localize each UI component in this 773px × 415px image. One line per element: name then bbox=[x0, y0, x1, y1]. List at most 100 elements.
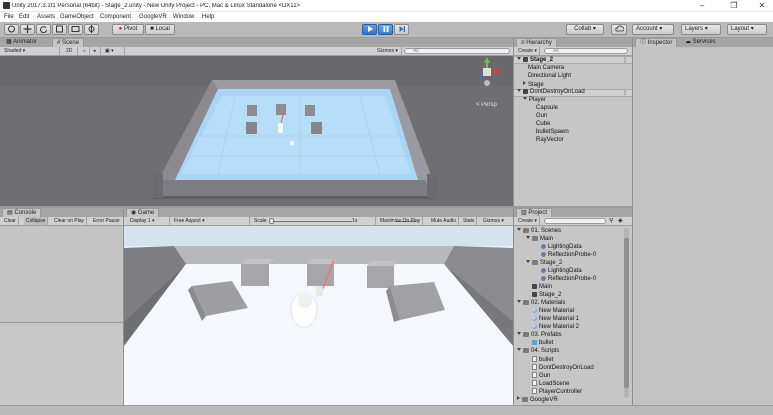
project-item[interactable]: ReflectionProbe-0 bbox=[535, 252, 596, 259]
project-item[interactable]: 01. Scenes bbox=[517, 228, 561, 235]
gizmos-dropdown[interactable]: Gizmos ▾ bbox=[375, 47, 402, 55]
cloud-button[interactable] bbox=[611, 24, 627, 35]
rotate-tool-button[interactable] bbox=[36, 24, 51, 35]
step-button[interactable] bbox=[394, 24, 409, 35]
persp-label[interactable]: < Persp bbox=[476, 102, 497, 108]
tab-animator[interactable]: ▦ Animator bbox=[2, 38, 41, 47]
project-item[interactable]: LightingData bbox=[535, 268, 582, 275]
hierarchy-item-player[interactable]: Player bbox=[523, 97, 546, 104]
tab-inspector[interactable]: ⓘ Inspector bbox=[635, 38, 678, 47]
project-item[interactable]: PlayerController bbox=[526, 388, 582, 396]
project-item[interactable]: bullet bbox=[526, 356, 553, 364]
hierarchy-scene-dontdestroyonload[interactable]: DontDestroyOnLoad bbox=[517, 89, 585, 96]
project-create-dropdown[interactable]: Create ▾ bbox=[516, 217, 540, 225]
tab-game[interactable]: ◉ Game bbox=[126, 208, 160, 217]
expand-arrow-icon[interactable] bbox=[526, 236, 530, 239]
expand-arrow-icon[interactable] bbox=[526, 260, 530, 263]
close-button[interactable]: ✕ bbox=[750, 1, 773, 11]
hierarchy-dontdestroy-menu-icon[interactable]: ⋮ bbox=[622, 90, 628, 96]
project-item[interactable]: Stage_2 bbox=[526, 292, 561, 299]
game-viewport[interactable] bbox=[124, 226, 513, 405]
menu-window[interactable]: Window bbox=[173, 14, 194, 20]
mute-audio-toggle[interactable]: Mute Audio bbox=[429, 217, 460, 225]
menu-component[interactable]: Component bbox=[100, 14, 131, 20]
hierarchy-item-gun[interactable]: Gun bbox=[536, 113, 547, 120]
local-toggle[interactable]: ■ Local bbox=[145, 24, 175, 35]
menu-edit[interactable]: Edit bbox=[19, 14, 29, 20]
project-item[interactable]: Gun bbox=[526, 372, 550, 380]
project-scrollbar[interactable] bbox=[624, 228, 629, 398]
project-item[interactable]: DontDestroyOnLoad bbox=[526, 364, 594, 372]
hierarchy-scene-menu-icon[interactable]: ⋮ bbox=[622, 57, 628, 63]
rect-tool-button[interactable] bbox=[68, 24, 83, 35]
tab-project[interactable]: ▥ Project bbox=[516, 208, 553, 217]
filter-type-icon[interactable]: ⚲ bbox=[609, 218, 613, 224]
project-item[interactable]: GoogleVR bbox=[517, 396, 558, 404]
project-item[interactable]: 03. Prefabs bbox=[517, 332, 562, 339]
pivot-toggle[interactable]: ● Pivot bbox=[112, 24, 144, 35]
menu-file[interactable]: File bbox=[4, 14, 14, 20]
project-item[interactable]: Main bbox=[526, 236, 553, 243]
project-item[interactable]: 02. Materials bbox=[517, 300, 565, 307]
stats-toggle[interactable]: Stats bbox=[461, 217, 478, 225]
effects-dropdown[interactable]: ▣ ▾ bbox=[103, 47, 125, 55]
expand-arrow-icon[interactable] bbox=[517, 348, 521, 351]
tab-scene[interactable]: # Scene bbox=[52, 38, 85, 47]
scene-viewport[interactable] bbox=[0, 56, 513, 206]
project-item[interactable]: 04. Scripts bbox=[517, 348, 559, 355]
hierarchy-item-cube[interactable]: Cube bbox=[536, 121, 550, 128]
hierarchy-item-rayvector[interactable]: RayVector bbox=[536, 137, 564, 144]
display-dropdown[interactable]: Display 1 ▾ bbox=[128, 217, 170, 225]
hierarchy-scene-stage2[interactable]: Stage_2 bbox=[517, 57, 553, 64]
hierarchy-item-main-camera[interactable]: Main Camera bbox=[528, 65, 564, 72]
hierarchy-search-input[interactable]: All bbox=[544, 48, 628, 54]
project-item[interactable]: bullet bbox=[526, 340, 553, 347]
lighting-toggle[interactable]: ☼ bbox=[80, 47, 90, 55]
hierarchy-item-stage[interactable]: Stage bbox=[523, 81, 544, 89]
collapse-arrow-icon[interactable] bbox=[517, 396, 520, 400]
hand-tool-button[interactable] bbox=[4, 24, 19, 35]
maximize-on-play-toggle[interactable]: Maximize On Play bbox=[378, 217, 424, 225]
console-clear-on-play-toggle[interactable]: Clear on Play bbox=[52, 217, 88, 225]
console-clear-button[interactable]: Clear bbox=[2, 217, 19, 225]
expand-arrow-icon[interactable] bbox=[517, 332, 521, 335]
console-error-pause-toggle[interactable]: Error Pause bbox=[91, 217, 122, 225]
project-item[interactable]: New Material bbox=[526, 308, 574, 315]
menu-assets[interactable]: Assets bbox=[37, 14, 55, 20]
project-item[interactable]: ReflectionProbe-0 bbox=[535, 276, 596, 283]
play-button[interactable] bbox=[362, 24, 377, 35]
console-log-area[interactable] bbox=[0, 226, 123, 322]
hierarchy-create-dropdown[interactable]: Create ▾ bbox=[516, 47, 540, 55]
menu-help[interactable]: Help bbox=[202, 14, 214, 20]
hierarchy-item-directional-light[interactable]: Directional Light bbox=[528, 73, 571, 80]
project-item[interactable]: LoadScene bbox=[526, 380, 569, 388]
scale-slider-handle[interactable] bbox=[269, 218, 274, 224]
project-item[interactable]: Stage_2 bbox=[526, 260, 562, 267]
project-item[interactable]: LightingData bbox=[535, 244, 582, 251]
account-dropdown[interactable]: Account ▾ bbox=[632, 24, 674, 35]
project-item[interactable]: New Material 1 bbox=[526, 316, 579, 323]
2d-toggle[interactable]: 2D bbox=[64, 47, 78, 55]
pause-button[interactable] bbox=[378, 24, 393, 35]
minimize-button[interactable]: – bbox=[690, 1, 714, 11]
hierarchy-item-capsule[interactable]: Capsule bbox=[536, 105, 558, 112]
scale-tool-button[interactable] bbox=[52, 24, 67, 35]
tab-hierarchy[interactable]: ≡ Hierarchy bbox=[516, 38, 557, 47]
menu-gameobject[interactable]: GameObject bbox=[60, 14, 94, 20]
console-collapse-toggle[interactable]: Collapse bbox=[24, 217, 49, 225]
shading-dropdown[interactable]: Shaded ▾ bbox=[2, 47, 60, 55]
layout-dropdown[interactable]: Layout ▾ bbox=[727, 24, 767, 35]
maximize-button[interactable]: ❐ bbox=[722, 1, 746, 11]
move-tool-button[interactable] bbox=[20, 24, 35, 35]
expand-arrow-icon[interactable] bbox=[517, 228, 521, 231]
tab-services[interactable]: ☁ Services bbox=[681, 38, 720, 47]
aspect-dropdown[interactable]: Free Aspect ▾ bbox=[172, 217, 250, 225]
game-gizmos-dropdown[interactable]: Gizmos ▾ bbox=[481, 217, 506, 225]
project-scrollbar-thumb[interactable] bbox=[624, 238, 629, 388]
expand-arrow-icon[interactable] bbox=[517, 300, 521, 303]
filter-label-icon[interactable]: ◈ bbox=[618, 218, 623, 224]
tab-console[interactable]: ▤ Console bbox=[2, 208, 42, 217]
collab-button[interactable]: Collab ▾ bbox=[566, 24, 604, 35]
hierarchy-item-bulletspawn[interactable]: bulletSpawn bbox=[536, 129, 569, 136]
transform-tool-button[interactable] bbox=[84, 24, 99, 35]
